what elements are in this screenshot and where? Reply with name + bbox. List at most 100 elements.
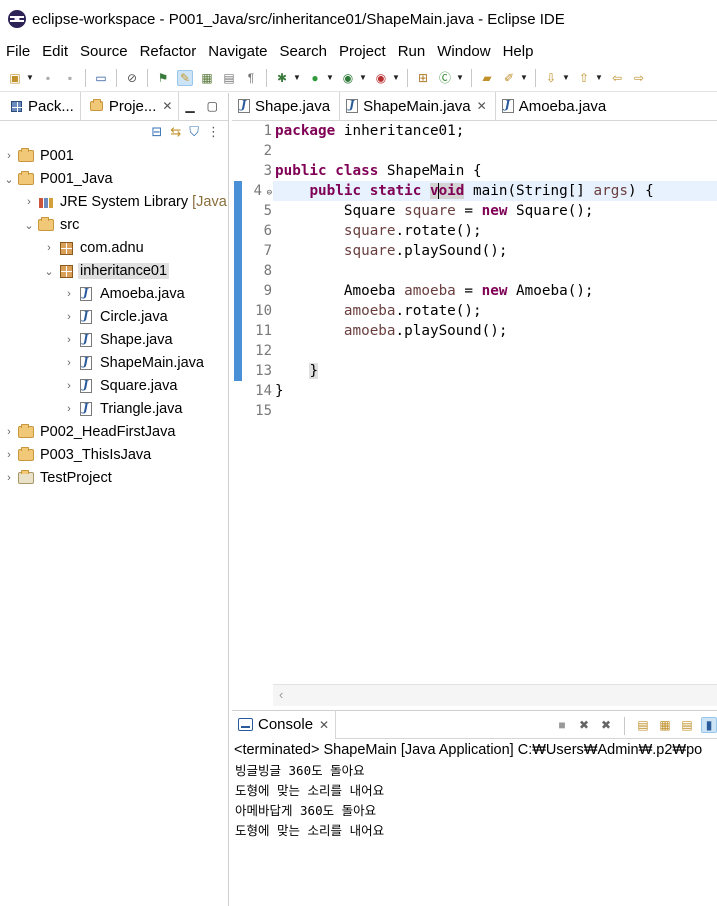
previous-annotation-dropdown-icon[interactable]: ▼	[595, 70, 603, 86]
chevron-right-icon[interactable]: ›	[2, 449, 16, 461]
tree-item[interactable]: › Circle.java	[62, 306, 170, 328]
code-text-area[interactable]: package inheritance01; public class Shap…	[273, 121, 717, 681]
tab-console[interactable]: Console ✕	[232, 710, 337, 739]
chevron-right-icon[interactable]: ›	[62, 311, 76, 323]
mark-occurrences-icon[interactable]: ✎	[177, 69, 193, 86]
chevron-right-icon[interactable]: ›	[22, 196, 36, 208]
maximize-icon[interactable]: ▢	[207, 99, 218, 113]
tab-amoeba-java[interactable]: Amoeba.java	[496, 92, 616, 120]
remove-launch-icon[interactable]: ✖	[576, 717, 592, 733]
chevron-right-icon[interactable]: ›	[2, 426, 16, 438]
menu-source[interactable]: Source	[78, 43, 134, 60]
tree-item[interactable]: › P003_ThisIsJava	[2, 444, 153, 466]
external-tools-icon[interactable]: ◉	[373, 70, 389, 86]
menu-window[interactable]: Window	[435, 43, 496, 60]
debug-dropdown-icon[interactable]: ▼	[293, 70, 301, 86]
tree-item[interactable]: ⌄ inheritance01	[42, 260, 170, 282]
tree-item[interactable]: › JRE System Library [Java	[22, 191, 229, 213]
menu-file[interactable]: File	[4, 43, 36, 60]
chevron-right-icon[interactable]: ›	[62, 334, 76, 346]
block-selection-icon[interactable]: ▦	[199, 70, 215, 86]
tree-item[interactable]: › Square.java	[62, 375, 179, 397]
next-annotation-icon[interactable]: ⇩	[543, 70, 559, 86]
horizontal-scrollbar[interactable]: ‹	[273, 684, 717, 706]
tree-item[interactable]: › TestProject	[2, 467, 114, 489]
chevron-down-icon[interactable]: ⌄	[2, 173, 16, 186]
search-dropdown-icon[interactable]: ▼	[520, 70, 528, 86]
chevron-right-icon[interactable]: ›	[2, 472, 16, 484]
back-icon[interactable]: ⇦	[609, 70, 625, 86]
tree-item-suffix: [Java	[192, 194, 227, 210]
next-annotation-dropdown-icon[interactable]: ▼	[562, 70, 570, 86]
tree-item[interactable]: ⌄ P001_Java	[2, 168, 115, 190]
external-tools-dropdown-icon[interactable]: ▼	[392, 70, 400, 86]
new-class-dropdown-icon[interactable]: ▼	[456, 70, 464, 86]
tree-item[interactable]: › Triangle.java	[62, 398, 184, 420]
new-icon[interactable]: ▣	[7, 70, 23, 86]
tree-item[interactable]: ⌄ src	[22, 214, 81, 236]
chevron-right-icon[interactable]: ›	[2, 150, 16, 162]
run-dropdown-icon[interactable]: ▼	[326, 70, 334, 86]
pin-console-icon[interactable]: ▮	[701, 717, 717, 733]
tab-shape-java[interactable]: Shape.java	[232, 92, 339, 120]
tab-shapemain-java[interactable]: ShapeMain.java ✕	[339, 92, 496, 120]
link-with-editor-icon[interactable]: ⇆	[170, 124, 181, 140]
library-icon	[38, 194, 54, 210]
forward-icon[interactable]: ⇨	[631, 70, 647, 86]
tree-item[interactable]: › Amoeba.java	[62, 283, 187, 305]
word-wrap-icon[interactable]: ▤	[221, 70, 237, 86]
tab-project-explorer[interactable]: Proje... ✕	[79, 92, 180, 120]
tree-item[interactable]: › com.adnu	[42, 237, 146, 259]
menu-search[interactable]: Search	[277, 43, 333, 60]
clear-console-icon[interactable]: ▤	[635, 717, 651, 733]
coverage-dropdown-icon[interactable]: ▼	[359, 70, 367, 86]
chevron-down-icon[interactable]: ⌄	[22, 219, 36, 232]
search-icon[interactable]: ✐	[501, 70, 517, 86]
open-task-icon[interactable]: ▰	[479, 70, 495, 86]
menu-project[interactable]: Project	[337, 43, 392, 60]
chevron-down-icon[interactable]: ⌄	[42, 265, 56, 278]
chevron-right-icon[interactable]: ›	[62, 288, 76, 300]
save-all-icon[interactable]: ▪	[62, 70, 78, 86]
close-icon[interactable]: ✕	[319, 718, 329, 732]
terminal-icon[interactable]: ▭	[93, 70, 109, 86]
chevron-right-icon[interactable]: ›	[62, 380, 76, 392]
menu-run[interactable]: Run	[396, 43, 432, 60]
fold-minus-icon[interactable]: ⊖	[266, 181, 272, 201]
save-icon[interactable]: ▪	[40, 70, 56, 86]
skip-breakpoints-icon[interactable]: ⊘	[124, 70, 140, 86]
tree-item[interactable]: › Shape.java	[62, 329, 175, 351]
run-icon[interactable]: ●	[307, 70, 323, 86]
line-number-ruler: 1 2 3 4 ⊖ 5 6 7 8 9 10 11 12 13 14 15	[244, 121, 272, 681]
menu-navigate[interactable]: Navigate	[206, 43, 273, 60]
menu-edit[interactable]: Edit	[40, 43, 74, 60]
coverage-icon[interactable]: ◉	[340, 70, 356, 86]
show-whitespace-icon[interactable]: ¶	[243, 70, 259, 86]
new-dropdown-icon[interactable]: ▼	[26, 70, 34, 86]
tree-item[interactable]: › P002_HeadFirstJava	[2, 421, 177, 443]
new-java-class-icon[interactable]: Ⓒ	[437, 70, 453, 86]
new-java-package-icon[interactable]: ⊞	[415, 70, 431, 86]
tree-item[interactable]: › ShapeMain.java	[62, 352, 206, 374]
word-wrap-console-icon[interactable]: ▤	[679, 717, 695, 733]
collapse-all-icon[interactable]: ⊟	[151, 124, 162, 140]
menu-help[interactable]: Help	[501, 43, 540, 60]
scroll-left-icon[interactable]: ‹	[279, 687, 283, 702]
filter-icon[interactable]: ⛉	[189, 124, 199, 140]
remove-all-terminated-icon[interactable]: ✖	[598, 717, 614, 733]
close-icon[interactable]: ✕	[162, 99, 172, 113]
tab-package-explorer[interactable]: Pack...	[0, 92, 80, 120]
open-type-icon[interactable]: ⚑	[155, 70, 171, 86]
debug-icon[interactable]: ✱	[274, 70, 290, 86]
chevron-right-icon[interactable]: ›	[42, 242, 56, 254]
tree-item[interactable]: › P001	[2, 145, 76, 167]
close-icon[interactable]: ✕	[477, 99, 487, 113]
terminate-icon[interactable]: ■	[554, 717, 570, 733]
minimize-icon[interactable]: ▁	[185, 99, 194, 113]
menu-refactor[interactable]: Refactor	[138, 43, 203, 60]
scroll-lock-icon[interactable]: ▦	[657, 717, 673, 733]
chevron-right-icon[interactable]: ›	[62, 403, 76, 415]
chevron-right-icon[interactable]: ›	[62, 357, 76, 369]
view-menu-icon[interactable]: ⋮	[207, 124, 220, 140]
previous-annotation-icon[interactable]: ⇧	[576, 70, 592, 86]
